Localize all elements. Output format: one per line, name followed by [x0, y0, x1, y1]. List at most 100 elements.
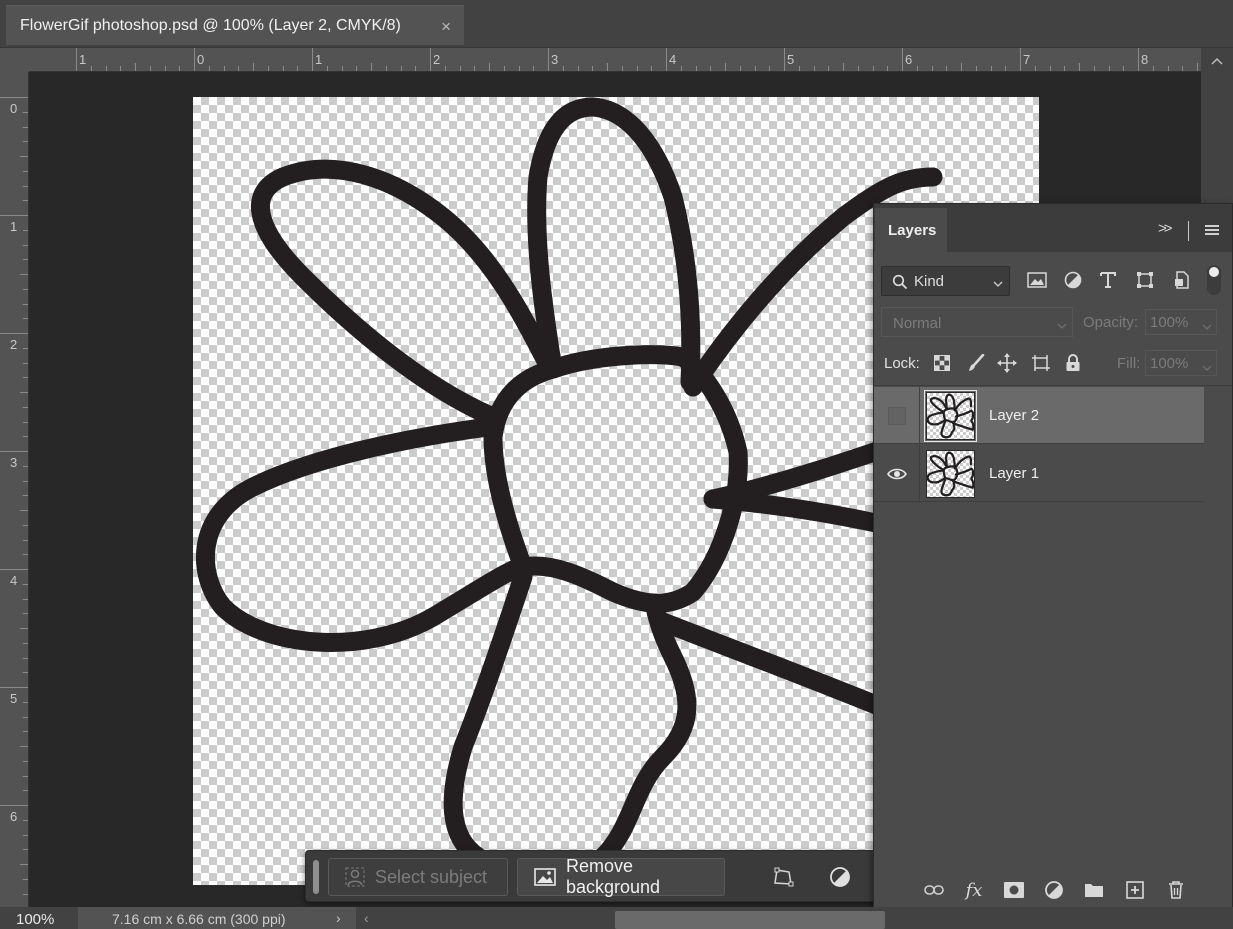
ruler-tick	[23, 170, 28, 172]
smart-object-filter-icon[interactable]	[1170, 268, 1194, 292]
layer-visibility-toggle[interactable]	[874, 445, 920, 502]
ruler-tick	[23, 406, 28, 408]
ruler-tick	[223, 66, 225, 71]
select-subject-label: Select subject	[375, 866, 488, 887]
link-layers-icon[interactable]	[921, 877, 947, 903]
search-icon	[892, 274, 908, 295]
ruler-tick	[0, 805, 28, 806]
fill-label: Fill:	[1117, 355, 1141, 372]
ruler-tick	[798, 66, 800, 71]
ruler-tick	[253, 63, 254, 71]
zoom-level-input[interactable]: 100%	[0, 907, 74, 929]
scroll-left-icon[interactable]: ‹	[364, 910, 369, 926]
lock-icon[interactable]	[1061, 351, 1085, 375]
ruler-tick	[459, 66, 461, 71]
scroll-up-icon[interactable]	[1211, 53, 1223, 68]
ruler-tick	[341, 66, 343, 71]
layer-style-fx-icon[interactable]: fx	[961, 877, 987, 903]
layers-tab[interactable]: Layers	[875, 208, 947, 252]
layer-visibility-toggle[interactable]	[874, 387, 920, 444]
ruler-tick	[1049, 66, 1051, 71]
ruler-tick	[444, 66, 446, 71]
ruler-tick	[1005, 66, 1007, 71]
document-info[interactable]: 7.16 cm x 6.66 cm (300 ppi)	[78, 907, 356, 929]
fill-value: 100%	[1150, 355, 1189, 372]
ruler-tick	[1123, 66, 1125, 71]
ruler-tick	[0, 569, 28, 570]
adjustment-icon[interactable]	[826, 863, 854, 891]
ruler-tick	[577, 66, 579, 71]
ruler-tick	[23, 465, 28, 467]
ruler-tick	[20, 510, 28, 511]
ruler-tick	[1079, 63, 1080, 71]
ruler-tick	[76, 48, 77, 71]
move-icon[interactable]	[995, 351, 1019, 375]
brush-icon[interactable]	[964, 351, 988, 375]
close-icon[interactable]: ×	[441, 17, 451, 37]
ruler-tick	[725, 63, 726, 71]
taskbar-drag-handle[interactable]	[313, 860, 319, 894]
select-subject-icon	[345, 867, 365, 887]
ruler-tick	[312, 48, 313, 71]
layer-name[interactable]: Layer 2	[989, 407, 1039, 424]
document-tab-bar: FlowerGif photoshop.psd @ 100% (Layer 2,…	[0, 0, 1233, 48]
lock-transparent-pixels-icon[interactable]	[930, 351, 954, 375]
ruler-tick	[23, 790, 28, 792]
document-tab[interactable]: FlowerGif photoshop.psd @ 100% (Layer 2,…	[6, 5, 464, 45]
ruler-vertical[interactable]: 0 1 2 3 4 5 6	[0, 72, 29, 907]
ruler-tick	[23, 524, 28, 526]
layer-name[interactable]: Layer 1	[989, 465, 1039, 482]
horizontal-scrollbar-thumb[interactable]	[615, 911, 885, 929]
new-layer-icon[interactable]	[1122, 877, 1148, 903]
transform-icon[interactable]	[769, 863, 797, 891]
layer-row-layer-2[interactable]: Layer 2	[874, 387, 1204, 444]
ruler-tick	[23, 126, 28, 128]
ruler-tick	[282, 66, 284, 71]
new-adjustment-layer-icon[interactable]	[1041, 877, 1067, 903]
artboard-icon[interactable]	[1029, 351, 1053, 375]
ruler-tick	[120, 66, 122, 71]
ruler-tick	[548, 48, 549, 71]
ruler-tick	[23, 362, 28, 364]
layer-thumbnail[interactable]	[924, 390, 977, 442]
ruler-tick	[1064, 66, 1066, 71]
blend-mode-select[interactable]: Normal	[881, 307, 1073, 337]
layer-row-layer-1[interactable]: Layer 1	[874, 445, 1204, 502]
opacity-input[interactable]: 100%	[1145, 309, 1217, 335]
ruler-corner[interactable]	[0, 48, 29, 72]
panel-menu-icon[interactable]	[1205, 225, 1219, 237]
add-mask-icon[interactable]	[1001, 877, 1027, 903]
ruler-tick	[238, 66, 240, 71]
chevron-down-icon[interactable]	[1202, 359, 1212, 377]
ruler-label: 1	[10, 219, 18, 234]
shape-layer-filter-icon[interactable]	[1133, 268, 1157, 292]
trash-icon[interactable]	[1163, 877, 1189, 903]
ruler-tick	[754, 66, 756, 71]
layer-thumbnail[interactable]	[926, 450, 975, 498]
select-subject-button[interactable]: Select subject	[328, 858, 508, 896]
folder-icon[interactable]	[1081, 877, 1107, 903]
filter-toggle-switch[interactable]	[1207, 265, 1221, 295]
ruler-horizontal[interactable]: 1 0 1 2 3 4 5 6 7 8	[29, 48, 1201, 72]
ruler-tick	[902, 48, 903, 71]
chevron-down-icon[interactable]	[1202, 318, 1212, 336]
pixel-layer-filter-icon[interactable]	[1025, 268, 1049, 292]
ruler-label: 3	[551, 52, 559, 67]
ruler-tick	[607, 63, 608, 71]
ruler-tick	[0, 333, 28, 334]
ruler-tick	[0, 97, 28, 98]
type-layer-filter-icon[interactable]	[1096, 268, 1120, 292]
ruler-label: 5	[787, 52, 795, 67]
collapse-panel-icon[interactable]: >>	[1158, 220, 1172, 237]
ruler-label: 4	[10, 573, 18, 588]
status-menu-arrow-icon[interactable]: ›	[336, 910, 341, 926]
fill-input[interactable]: 100%	[1145, 350, 1217, 376]
ruler-tick	[710, 66, 712, 71]
ruler-tick	[961, 63, 962, 71]
filter-kind-select[interactable]: Kind	[881, 266, 1010, 296]
ruler-tick	[23, 347, 28, 349]
remove-background-button[interactable]: Remove background	[517, 856, 725, 897]
adjustment-layer-filter-icon[interactable]	[1061, 268, 1085, 292]
ruler-tick	[356, 66, 358, 71]
ruler-tick	[23, 760, 28, 762]
